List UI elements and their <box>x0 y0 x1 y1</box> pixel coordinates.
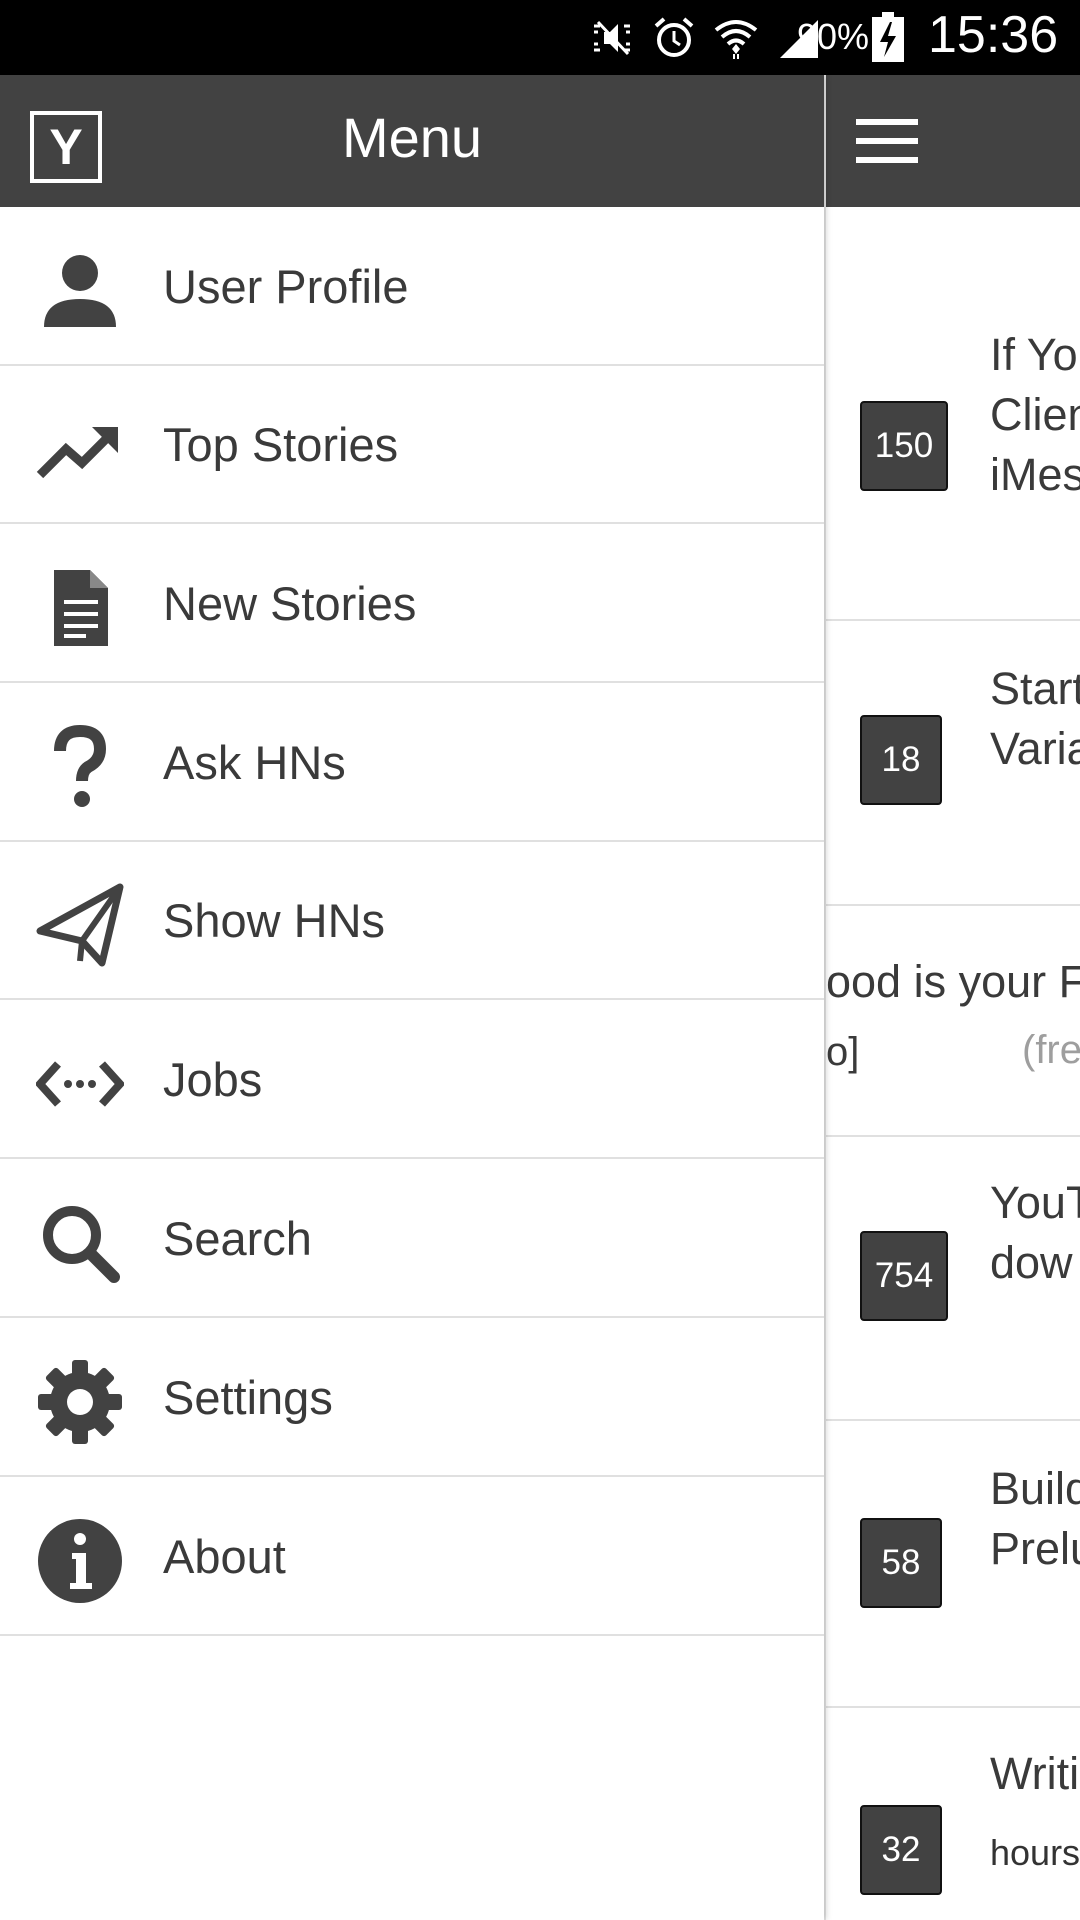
story-item-shifted[interactable]: ood is your F o] (fre <box>826 904 1080 1137</box>
story-title-line: Prelu <box>990 1523 1080 1574</box>
document-icon <box>54 570 108 646</box>
story-title-line: Varia <box>990 723 1080 774</box>
menu-item-jobs[interactable]: Jobs <box>0 1002 824 1159</box>
story-title-line: Start <box>990 663 1080 714</box>
menu-item-label: Jobs <box>163 1053 263 1106</box>
story-item[interactable]: 754 YouT dow <box>826 1135 1080 1421</box>
score-badge: 754 <box>860 1231 948 1321</box>
menu-item-ask-hns[interactable]: Ask HNs <box>0 685 824 842</box>
menu-item-label: Search <box>163 1212 312 1265</box>
trending-up-icon <box>36 427 118 479</box>
menu-item-label: User Profile <box>163 260 409 313</box>
story-tag: o] <box>826 1030 860 1074</box>
menu-item-search[interactable]: Search <box>0 1161 824 1318</box>
menu-item-label: Show HNs <box>163 894 386 947</box>
alarm-icon <box>654 16 694 57</box>
story-item[interactable]: 32 Writi hours <box>826 1706 1080 1920</box>
score-badge: 150 <box>860 401 948 491</box>
status-bar: 90% 15:36 <box>0 0 1080 75</box>
story-item[interactable]: 150 If Yo Clien iMes <box>826 207 1080 621</box>
battery-percentage: 90% <box>797 16 870 57</box>
status-icons <box>590 10 820 65</box>
menu-item-show-hns[interactable]: Show HNs <box>0 843 824 1000</box>
story-meta: (fre <box>1022 1028 1080 1072</box>
code-icon <box>36 1061 124 1107</box>
gear-icon <box>38 1360 122 1444</box>
wifi-icon <box>714 19 758 59</box>
story-title-line: dow <box>990 1237 1073 1288</box>
menu-item-new-stories[interactable]: New Stories <box>0 526 824 683</box>
menu-item-label: About <box>163 1530 286 1583</box>
drawer-title: Menu <box>341 106 483 169</box>
hamburger-menu-icon[interactable] <box>856 117 918 165</box>
menu-item-label: Ask HNs <box>163 736 346 789</box>
content-toolbar <box>826 75 1080 207</box>
story-title-line: Writi <box>990 1748 1080 1799</box>
story-item[interactable]: 18 Start Varia <box>826 619 1080 906</box>
score-badge: 58 <box>860 1518 942 1608</box>
navigation-drawer: Y Menu User Profile Top Stories New Stor… <box>0 75 824 1920</box>
score-badge: 32 <box>860 1805 942 1895</box>
story-title-line: Build <box>990 1463 1080 1514</box>
info-icon <box>38 1519 122 1603</box>
search-icon <box>43 1206 120 1283</box>
menu-item-label: New Stories <box>163 577 417 630</box>
send-icon <box>36 883 124 967</box>
story-title-line: ood is your F <box>826 956 1080 1007</box>
story-title-line: If Yo <box>990 329 1078 380</box>
menu-item-label: Top Stories <box>163 418 399 471</box>
story-title-line: Clien <box>990 389 1080 440</box>
story-title-line: YouT <box>990 1177 1080 1228</box>
story-title-line: iMes <box>990 449 1080 500</box>
drawer-toolbar: Y Menu <box>0 75 824 207</box>
battery-charging-icon <box>872 12 904 62</box>
menu-item-about[interactable]: About <box>0 1479 824 1636</box>
menu-item-label: Settings <box>163 1371 333 1424</box>
mute-vibrate-icon <box>594 20 630 55</box>
clock: 15:36 <box>928 6 1059 64</box>
question-icon <box>54 724 107 807</box>
menu-item-user-profile[interactable]: User Profile <box>0 209 824 366</box>
menu-item-settings[interactable]: Settings <box>0 1320 824 1477</box>
menu-item-top-stories[interactable]: Top Stories <box>0 367 824 524</box>
story-list-page: 150 If Yo Clien iMes 18 Start Varia ood … <box>824 75 1080 1920</box>
score-badge: 18 <box>860 715 942 805</box>
story-item[interactable]: 58 Build Prelu <box>826 1419 1080 1708</box>
person-icon <box>44 255 116 327</box>
story-meta: hours <box>990 1832 1080 1873</box>
